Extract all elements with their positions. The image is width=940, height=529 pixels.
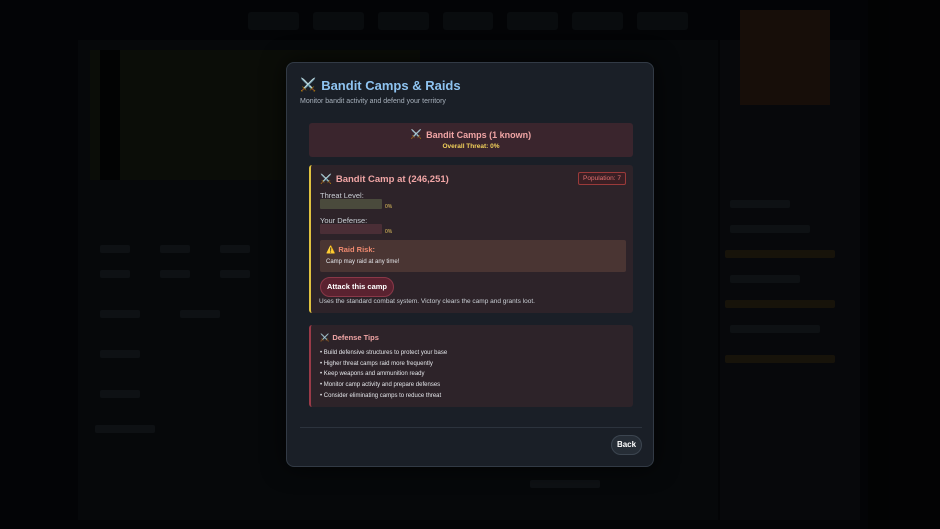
modal-title: ⚔️ Bandit Camps & Raids <box>300 77 461 93</box>
raid-risk-title: ⚠️ Raid Risk: <box>326 245 375 254</box>
overall-threat-text: Overall Threat: 0% <box>442 143 500 150</box>
defense-tips-card: ⚔️ Defense Tips • Build defensive struct… <box>309 325 633 407</box>
camps-summary-title: ⚔️ Bandit Camps (1 known) <box>309 129 633 140</box>
bandit-camps-modal: ⚔️ Bandit Camps & Raids Monitor bandit a… <box>286 62 654 467</box>
defense-percent: 0% <box>385 229 393 235</box>
threat-level-percent: 0% <box>385 204 393 210</box>
raid-risk-box: ⚠️ Raid Risk: Camp may raid at any time! <box>320 240 626 272</box>
bandit-camp-card: ⚔️ Bandit Camp at (246,251) Population: … <box>309 165 633 313</box>
camp-title-text: Bandit Camp at (246,251) <box>335 174 449 185</box>
population-badge: Population: 7 <box>578 172 626 185</box>
crossed-swords-icon: ⚔️ <box>320 174 332 185</box>
threat-level-bar <box>320 199 382 209</box>
camp-title: ⚔️ Bandit Camp at (246,251) <box>320 174 449 185</box>
camps-summary-card: ⚔️ Bandit Camps (1 known) Overall Threat… <box>309 123 633 157</box>
raid-risk-title-text: Raid Risk: <box>338 245 376 254</box>
defense-tips-title-text: Defense Tips <box>332 333 379 342</box>
crossed-swords-icon: ⚔️ <box>410 129 423 139</box>
crossed-swords-icon: ⚔️ <box>300 77 317 92</box>
camps-summary-title-text: Bandit Camps (1 known) <box>426 129 532 140</box>
raid-risk-text: Camp may raid at any time! <box>326 259 400 265</box>
crossed-swords-icon: ⚔️ <box>320 333 330 342</box>
list-item: • Monitor camp activity and prepare defe… <box>320 382 441 389</box>
list-item: • Consider eliminating camps to reduce t… <box>320 392 442 399</box>
attack-camp-button[interactable]: Attack this camp <box>320 277 395 297</box>
modal-subtitle: Monitor bandit activity and defend your … <box>300 98 446 105</box>
warning-icon: ⚠️ <box>326 245 336 254</box>
footer-divider <box>300 427 642 428</box>
list-item: • Build defensive structures to protect … <box>320 350 448 356</box>
modal-title-text: Bandit Camps & Raids <box>321 77 461 93</box>
attack-note: Uses the standard combat system. Victory… <box>319 298 535 305</box>
defense-tips-list: • Build defensive structures to protect … <box>320 348 447 401</box>
back-button[interactable]: Back <box>611 435 642 455</box>
list-item: • Higher threat camps raid more frequent… <box>320 360 433 367</box>
defense-bar <box>320 224 382 234</box>
defense-tips-title: ⚔️ Defense Tips <box>320 333 379 342</box>
list-item: • Keep weapons and ammunition ready <box>320 371 425 378</box>
